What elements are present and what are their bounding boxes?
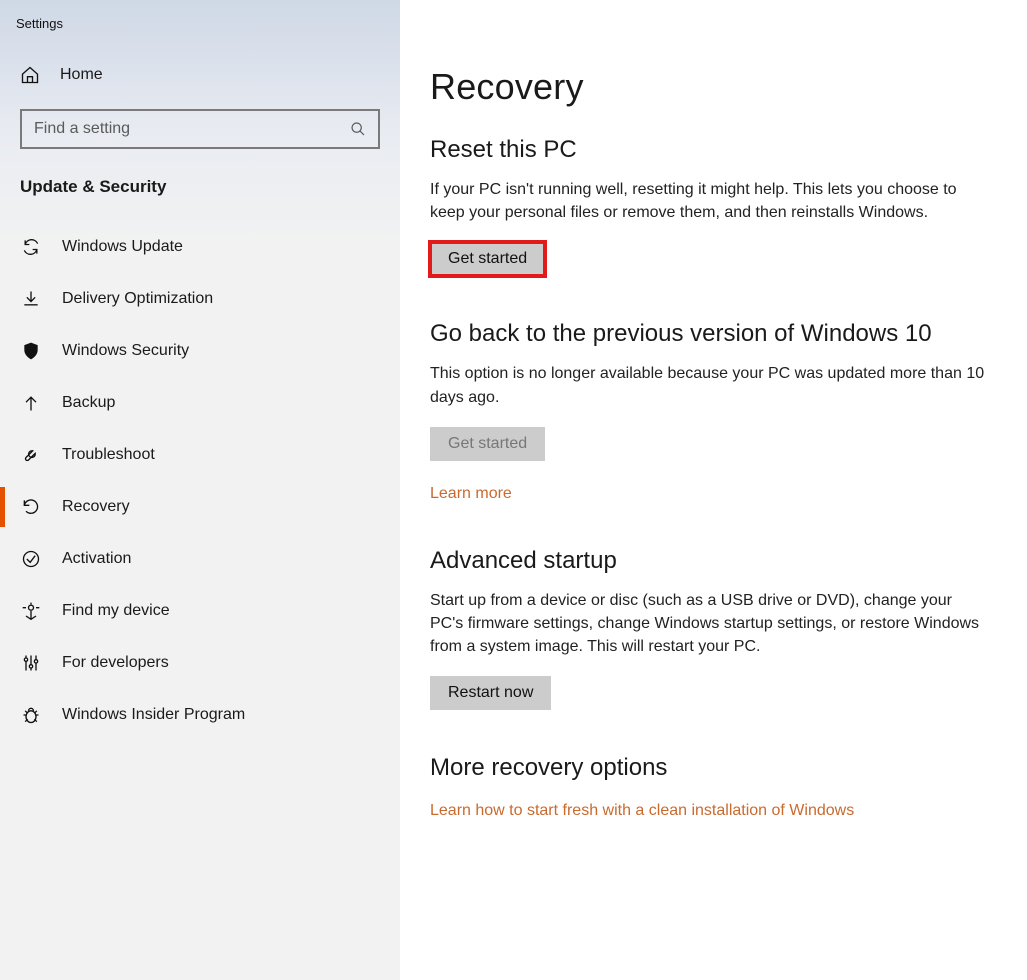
page-title: Recovery [430, 66, 989, 108]
nav-list: Windows Update Delivery Optimization Win… [0, 221, 400, 741]
content-pane: Recovery Reset this PC If your PC isn't … [400, 0, 1027, 980]
bug-icon [20, 705, 42, 725]
restart-now-button[interactable]: Restart now [430, 676, 551, 710]
sidebar-item-label: Windows Insider Program [62, 706, 245, 724]
sidebar-item-label: For developers [62, 654, 169, 672]
reset-heading: Reset this PC [430, 136, 989, 164]
section-more-recovery-options: More recovery options Learn how to start… [430, 754, 989, 820]
shield-icon [20, 341, 42, 361]
sidebar-item-label: Delivery Optimization [62, 290, 213, 308]
sidebar-item-activation[interactable]: Activation [0, 533, 400, 585]
advanced-desc: Start up from a device or disc (such as … [430, 589, 989, 659]
sidebar: Settings Home Update & Security [0, 0, 400, 980]
search-wrap [20, 109, 380, 149]
sidebar-item-for-developers[interactable]: For developers [0, 637, 400, 689]
goback-learn-more-link[interactable]: Learn more [430, 485, 512, 503]
sliders-icon [20, 653, 42, 673]
sidebar-item-label: Find my device [62, 602, 170, 620]
search-icon [350, 121, 366, 137]
sidebar-item-find-my-device[interactable]: Find my device [0, 585, 400, 637]
sidebar-item-label: Backup [62, 394, 115, 412]
recovery-icon [20, 497, 42, 517]
sidebar-item-label: Troubleshoot [62, 446, 155, 464]
goback-desc: This option is no longer available becau… [430, 362, 989, 408]
download-icon [20, 289, 42, 309]
home-button[interactable]: Home [0, 55, 400, 101]
sidebar-item-windows-insider-program[interactable]: Windows Insider Program [0, 689, 400, 741]
reset-get-started-button[interactable]: Get started [430, 242, 545, 276]
more-heading: More recovery options [430, 754, 989, 782]
home-label: Home [60, 66, 103, 84]
section-go-back-previous-version: Go back to the previous version of Windo… [430, 320, 989, 502]
sidebar-item-windows-security[interactable]: Windows Security [0, 325, 400, 377]
sidebar-item-recovery[interactable]: Recovery [0, 481, 400, 533]
search-input[interactable] [34, 120, 338, 138]
reset-desc: If your PC isn't running well, resetting… [430, 178, 989, 224]
arrow-up-icon [20, 393, 42, 413]
sidebar-item-label: Activation [62, 550, 131, 568]
window-title: Settings [0, 12, 400, 55]
search-box[interactable] [20, 109, 380, 149]
sidebar-item-troubleshoot[interactable]: Troubleshoot [0, 429, 400, 481]
sidebar-item-label: Windows Update [62, 238, 183, 256]
goback-heading: Go back to the previous version of Windo… [430, 320, 989, 348]
goback-get-started-button: Get started [430, 427, 545, 461]
sync-icon [20, 237, 42, 257]
section-reset-this-pc: Reset this PC If your PC isn't running w… [430, 136, 989, 276]
wrench-icon [20, 445, 42, 465]
advanced-heading: Advanced startup [430, 547, 989, 575]
sidebar-section-title: Update & Security [0, 167, 400, 221]
section-advanced-startup: Advanced startup Start up from a device … [430, 547, 989, 711]
sidebar-item-backup[interactable]: Backup [0, 377, 400, 429]
sidebar-item-label: Windows Security [62, 342, 189, 360]
location-icon [20, 601, 42, 621]
sidebar-item-delivery-optimization[interactable]: Delivery Optimization [0, 273, 400, 325]
sidebar-item-label: Recovery [62, 498, 130, 516]
start-fresh-link[interactable]: Learn how to start fresh with a clean in… [430, 802, 854, 820]
checkmark-circle-icon [20, 549, 42, 569]
sidebar-item-windows-update[interactable]: Windows Update [0, 221, 400, 273]
home-icon [20, 65, 40, 85]
